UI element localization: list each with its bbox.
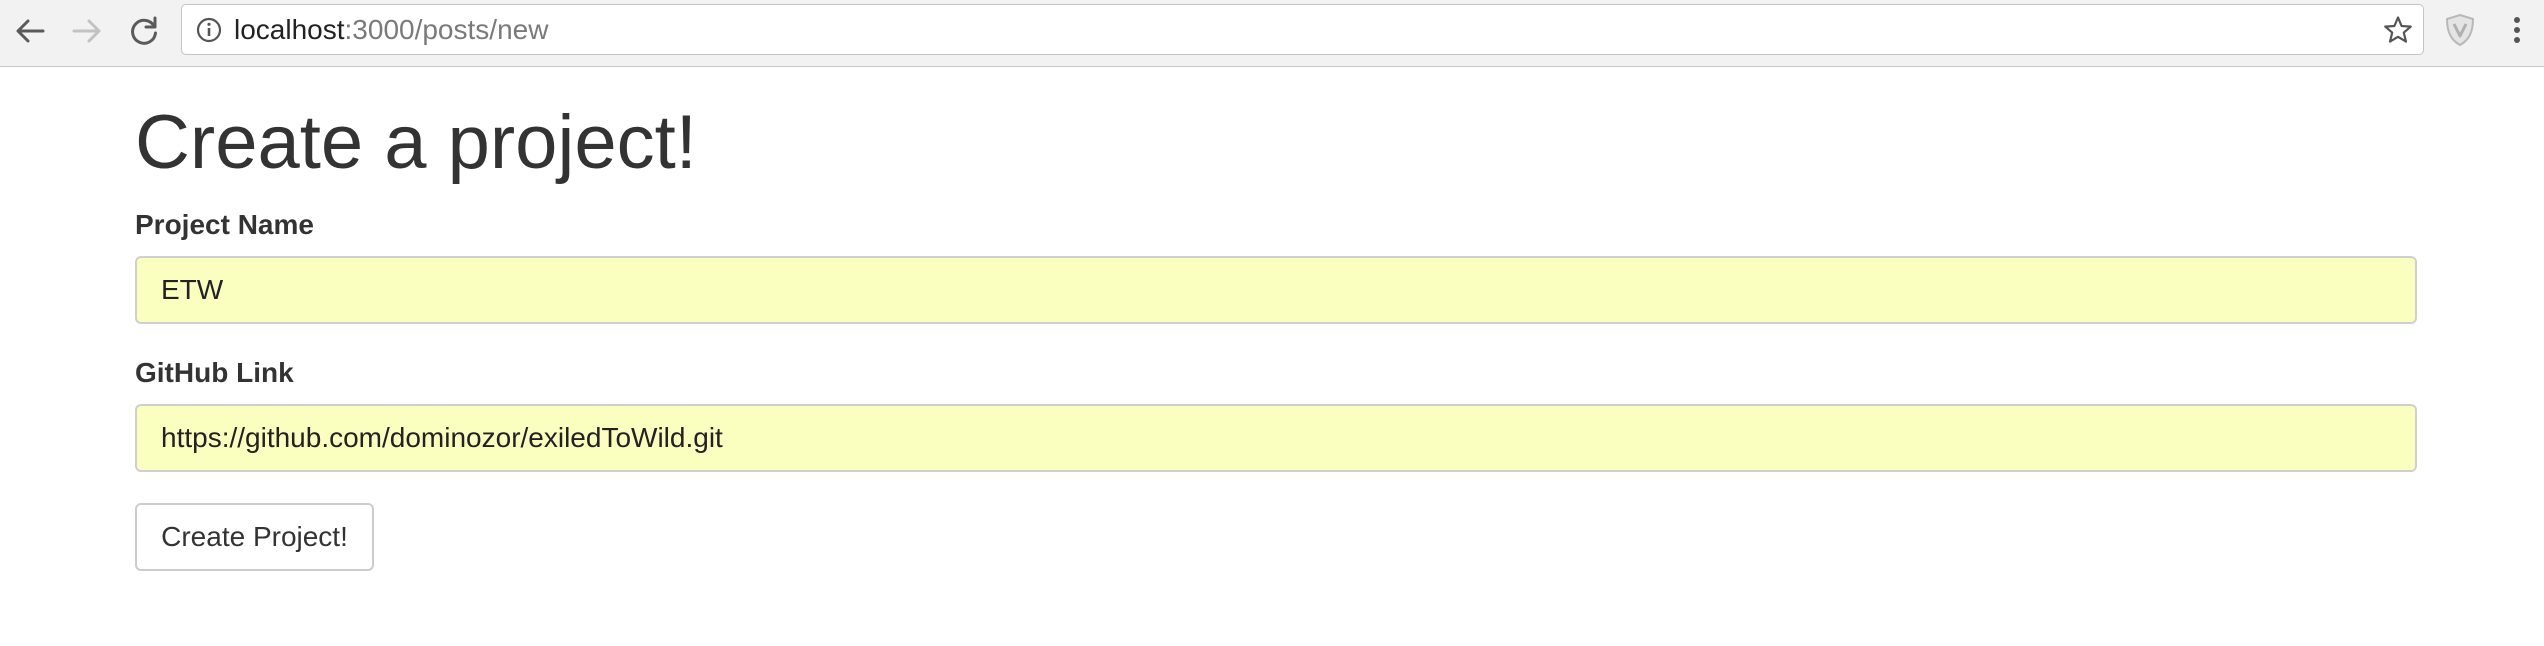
- github-link-label: GitHub Link: [135, 357, 294, 388]
- star-icon[interactable]: [2383, 15, 2413, 45]
- url-path: :3000/posts/new: [344, 14, 549, 45]
- url-host: localhost: [234, 14, 345, 45]
- browser-toolbar: localhost:3000/posts/new: [0, 0, 2544, 67]
- info-icon[interactable]: [196, 17, 222, 43]
- kebab-menu-icon[interactable]: [2502, 12, 2532, 48]
- page-title: Create a project!: [135, 100, 697, 185]
- reload-icon: [131, 16, 157, 45]
- github-link-input[interactable]: [135, 404, 2417, 472]
- project-name-label: Project Name: [135, 209, 314, 240]
- back-arrow-icon: [16, 19, 45, 43]
- address-bar[interactable]: localhost:3000/posts/new: [181, 4, 2424, 55]
- reload-button[interactable]: [122, 9, 166, 53]
- shield-extension-icon[interactable]: [2442, 12, 2478, 48]
- create-project-button[interactable]: Create Project!: [135, 503, 374, 571]
- back-button[interactable]: [8, 9, 52, 53]
- url-text[interactable]: localhost:3000/posts/new: [234, 5, 548, 54]
- forward-arrow-icon: [72, 19, 101, 43]
- project-name-input[interactable]: [135, 256, 2417, 324]
- forward-button[interactable]: [65, 9, 109, 53]
